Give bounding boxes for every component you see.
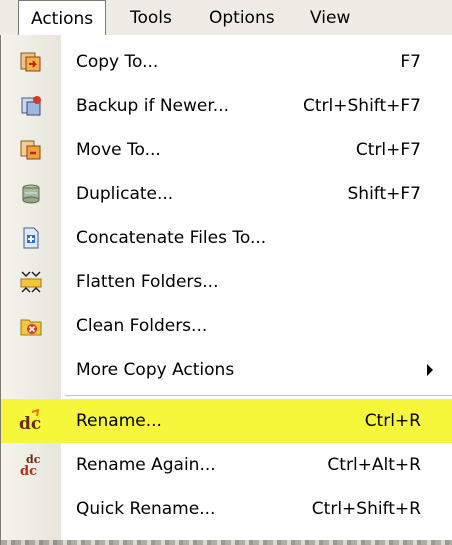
- menu-item-quick-rename[interactable]: Quick Rename... Ctrl+Shift+R: [1, 487, 452, 531]
- menu-view[interactable]: View: [298, 0, 362, 36]
- menu-item-label: Flatten Folders...: [76, 272, 219, 292]
- menu-item-label: Rename...: [76, 411, 162, 431]
- menu-item-label: Rename Again...: [76, 455, 216, 475]
- menu-actions-label: Actions: [31, 9, 94, 29]
- menu-options-label: Options: [209, 8, 275, 28]
- menu-item-shortcut: Ctrl+Alt+R: [327, 455, 421, 475]
- menu-item-flatten-folders[interactable]: Flatten Folders...: [1, 260, 452, 304]
- menu-item-move-to[interactable]: Move To... Ctrl+F7: [1, 128, 452, 172]
- menu-item-shortcut: Ctrl+Shift+R: [311, 499, 421, 519]
- move-to-icon: [1, 128, 61, 172]
- clean-folders-icon: [1, 304, 61, 348]
- menu-item-shortcut: F7: [400, 52, 421, 72]
- menu-tools-label: Tools: [130, 8, 172, 28]
- menu-item-shortcut: Ctrl+R: [364, 411, 421, 431]
- menu-item-shortcut: Ctrl+Shift+F7: [303, 96, 421, 116]
- menu-options[interactable]: Options: [197, 0, 287, 36]
- menu-item-concatenate-files-to[interactable]: Concatenate Files To...: [1, 216, 452, 260]
- actions-dropdown: Copy To... F7 Backup if Newer... Ctrl+Sh…: [0, 35, 452, 545]
- menu-item-shortcut: Ctrl+F7: [355, 140, 421, 160]
- menu-tools[interactable]: Tools: [118, 0, 184, 36]
- menu-item-label: More Copy Actions: [76, 360, 235, 380]
- menu-item-rename-again[interactable]: dc dc Rename Again... Ctrl+Alt+R: [1, 443, 452, 487]
- menu-item-copy-to[interactable]: Copy To... F7: [1, 40, 452, 84]
- menu-bar: Actions Tools Options View: [0, 0, 452, 37]
- svg-text:dc: dc: [19, 414, 41, 433]
- menu-item-label: Duplicate...: [76, 184, 174, 204]
- menu-view-label: View: [310, 8, 351, 28]
- menu-item-more-copy-actions[interactable]: More Copy Actions: [1, 348, 452, 392]
- flatten-folders-icon: [1, 260, 61, 304]
- menu-item-label: Copy To...: [76, 52, 159, 72]
- menu-item-duplicate[interactable]: Duplicate... Shift+F7: [1, 172, 452, 216]
- duplicate-icon: [1, 172, 61, 216]
- menu-item-label: Quick Rename...: [76, 499, 216, 519]
- menu-item-label: Backup if Newer...: [76, 96, 230, 116]
- menu-item-clean-folders[interactable]: Clean Folders...: [1, 304, 452, 348]
- rename-icon: dc: [1, 399, 61, 443]
- backup-icon: [1, 84, 61, 128]
- menu-item-backup-if-newer[interactable]: Backup if Newer... Ctrl+Shift+F7: [1, 84, 452, 128]
- menu-separator: [65, 395, 452, 396]
- menu-item-label: Concatenate Files To...: [76, 228, 267, 248]
- rename-again-icon: dc dc: [1, 443, 61, 487]
- menu-item-label: Clean Folders...: [76, 316, 208, 336]
- concatenate-icon: [1, 216, 61, 260]
- menu-actions[interactable]: Actions: [18, 0, 107, 37]
- copy-to-icon: [1, 40, 61, 84]
- submenu-arrow-icon: [427, 364, 433, 376]
- menu-item-rename[interactable]: dc Rename... Ctrl+R: [1, 399, 452, 443]
- menu-bottom-edge: [1, 540, 452, 545]
- svg-text:dc: dc: [20, 464, 37, 478]
- menu-item-label: Move To...: [76, 140, 161, 160]
- menu-item-shortcut: Shift+F7: [347, 184, 421, 204]
